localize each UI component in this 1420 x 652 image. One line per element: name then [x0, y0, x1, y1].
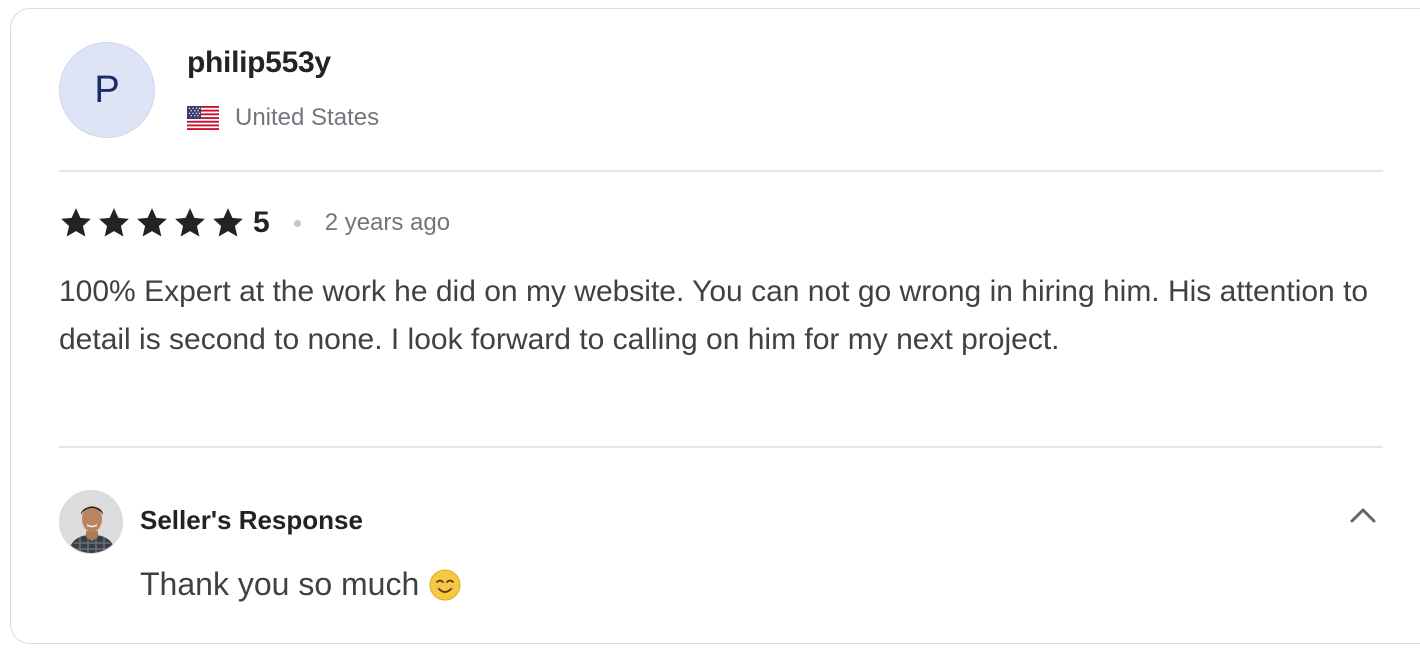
reviewer-country-row: United States	[187, 104, 379, 132]
response-divider	[59, 446, 1383, 448]
header-divider	[59, 170, 1383, 172]
star-icon	[213, 208, 243, 237]
star-icon	[99, 208, 129, 237]
star-icon	[137, 208, 167, 237]
collapse-response-button[interactable]	[1345, 500, 1381, 530]
chevron-up-icon	[1350, 508, 1376, 523]
reviewer-username: philip553y	[187, 46, 331, 79]
seller-response-text: Thank you so much	[140, 566, 420, 602]
rating-stars	[59, 206, 249, 240]
seller-response-row: Thank you so much	[140, 566, 461, 603]
separator-dot	[293, 219, 301, 227]
seller-photo	[60, 491, 122, 553]
review-time-ago: 2 years ago	[324, 209, 451, 236]
seller-avatar	[59, 490, 123, 554]
star-icon	[175, 208, 205, 237]
smiling-face-emoji-icon	[429, 569, 461, 600]
reviewer-avatar: P	[59, 42, 155, 138]
star-icon	[61, 208, 91, 237]
rating-row: 5 2 years ago	[59, 203, 450, 243]
reviewer-country: United States	[235, 104, 380, 131]
review-text: 100% Expert at the work he did on my web…	[59, 275, 1369, 356]
us-flag-icon	[187, 106, 219, 130]
seller-response-title: Seller's Response	[140, 505, 363, 535]
rating-value: 5	[253, 206, 270, 239]
